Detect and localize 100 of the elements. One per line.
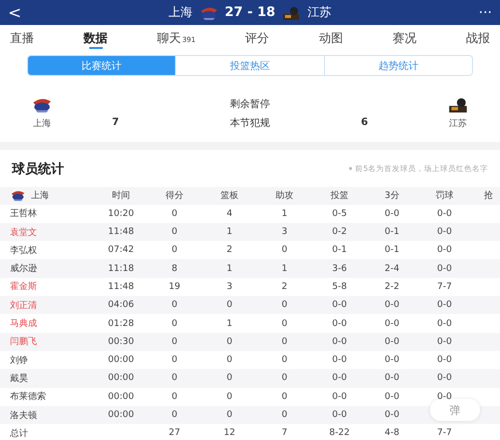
table-cell-text: 0-0 [436,373,453,384]
table-cell-text: 0-0 [384,355,400,366]
bullet-icon [349,167,352,170]
table-cell-text: 0 [170,336,178,347]
column-header: 篮板 [220,190,240,202]
table-cell-text: 0 [280,336,288,347]
table-cell-text: 0-0 [436,318,453,329]
player-name: 马典成 [9,318,38,330]
table-cell-text: 0-0 [436,208,453,219]
table-cell-text: 0-0 [331,392,348,402]
table-cell-text: 0-0 [436,336,453,347]
player-name: 刘正清 [9,300,38,312]
team-name: 上海 [33,118,51,130]
team-name: 江苏 [449,118,467,130]
table-cell-text: 0-0 [384,318,400,329]
total-label: 总计 [9,428,29,440]
table-cell-text: 10:20 [107,208,135,219]
table-cell-text: 0-0 [331,373,348,384]
table-cell-text: 11:48 [107,227,135,238]
column-header: 抢 [483,190,494,202]
player-name: 李弘权 [9,244,38,257]
table-cell-text: 4-8 [384,428,400,438]
table-cell-text: 4 [226,208,234,219]
player-name: 洛夫顿 [9,410,38,422]
column-header: 上海 [31,190,49,202]
table-cell-text: 0-0 [384,373,400,384]
table-cell-text: 0 [226,373,234,384]
tab[interactable]: 直播 [10,25,34,49]
table-cell-text: 00:00 [107,392,135,402]
tab[interactable]: 动图 [318,25,343,49]
stat-value: 7 [112,116,119,128]
table-cell-text: 0 [280,245,288,256]
table-cell-text: 0-5 [331,208,348,219]
table-cell-text: 0 [280,318,288,329]
back-button[interactable]: < [8,3,22,22]
table-cell-text: 0 [280,355,288,366]
table-cell-text: 00:00 [107,355,135,366]
table-cell-text: 0-0 [331,410,348,420]
table-cell-text: 00:00 [107,410,135,420]
table-cell-text: 0 [280,410,288,420]
table-cell-text: 1 [226,264,234,274]
stat-value: 6 [361,116,368,128]
player-name: 闫鹏飞 [9,336,38,348]
table-cell-text: 04:06 [107,300,135,310]
table-cell-text: 11:48 [107,282,135,292]
more-button[interactable]: ··· [478,4,492,20]
table-cell-text: 0-0 [436,245,453,256]
table-cell-text: 5-8 [331,282,348,292]
column-header: 得分 [164,190,184,202]
player-name: 威尔逊 [9,262,38,276]
home-team-name: 上海 [168,4,193,21]
table-cell-text: 0-0 [384,410,400,420]
table-cell-text: 0-0 [384,300,400,310]
column-header: 罚球 [434,190,454,202]
player-name: 王哲林 [9,208,38,220]
table-cell-text: 11:18 [107,264,135,274]
table-cell-text: 07:42 [107,245,135,256]
team-logo-icon [10,189,26,202]
table-cell-text: 0-0 [331,336,348,347]
table-cell-text: 0 [226,355,234,366]
table-cell-text: 0-0 [436,300,453,310]
player-name: 霍金斯 [9,280,38,294]
table-cell-text: 0-0 [384,392,400,402]
table-cell-text: 0 [226,300,234,310]
table-cell-text: 0-0 [384,336,400,347]
table-cell-text: 2 [226,245,234,256]
table-cell-text: 1 [226,318,234,329]
player-name: 刘铮 [9,354,29,367]
table-cell-text: 7-7 [436,428,453,438]
table-cell-text: 01:28 [107,318,135,329]
tab[interactable]: 数据 [84,25,108,49]
table-cell-text: 1 [280,208,288,219]
table-cell-text: 0-0 [331,355,348,366]
table-cell-text: 0-1 [384,227,400,238]
table-cell-text: 0 [170,392,178,402]
table-cell-text: 0-1 [331,245,348,256]
away-team-name: 江苏 [307,4,332,21]
table-cell-text: 0-0 [436,355,453,366]
segment-tab[interactable]: 趋势统计 [324,56,472,75]
column-header: 助攻 [274,190,294,202]
column-header: 投篮 [330,190,350,202]
tab[interactable]: 赛况 [392,25,416,49]
table-cell-text: 00:00 [107,373,135,384]
table-cell-text: 0-2 [331,227,348,238]
table-cell-text: 0 [226,336,234,347]
table-cell-text: 8 [170,264,178,274]
table-cell-text: 7 [280,428,288,438]
table-cell-text: 0 [280,300,288,310]
table-cell-text: 0 [170,208,178,219]
column-header: 3分 [384,190,400,202]
tab[interactable]: 评分 [245,25,270,49]
table-cell-text: 0 [170,355,178,366]
table-cell-text: 7-7 [436,282,453,292]
table-cell-text: 0 [280,392,288,402]
team-logo-icon [281,4,302,20]
table-cell-text: 0 [170,318,178,329]
tab[interactable]: 战报 [466,25,490,49]
table-cell-text: 0-0 [331,300,348,310]
player-name: 袁堂文 [9,226,38,239]
table-cell-text: 8-22 [328,428,351,438]
